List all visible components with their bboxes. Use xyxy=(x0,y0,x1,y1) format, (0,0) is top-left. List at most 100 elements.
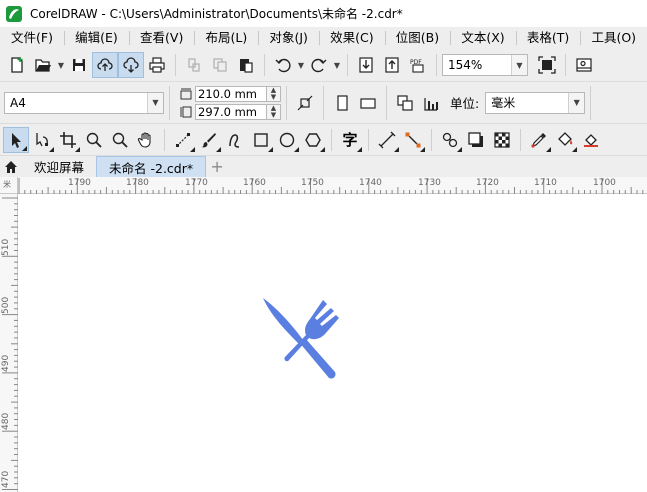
open-button[interactable] xyxy=(30,52,56,78)
undo-dropdown-chevron-down-icon[interactable]: ▼ xyxy=(296,52,306,78)
page-width-input[interactable]: 210.0 mm xyxy=(195,85,267,102)
flyout-indicator xyxy=(357,146,362,152)
zoom-tool-button[interactable] xyxy=(81,127,107,153)
rectangle-tool-button[interactable] xyxy=(248,127,274,153)
page-size-combo[interactable]: A4 ▼ xyxy=(4,91,164,114)
copy-icon xyxy=(213,58,227,72)
export-button[interactable] xyxy=(379,52,405,78)
shape-tool-button[interactable] xyxy=(29,127,55,153)
toolbar-separator xyxy=(520,128,521,151)
options-button[interactable] xyxy=(571,52,597,78)
interactive-fill-tool-button[interactable] xyxy=(552,127,578,153)
connector-tool-button[interactable] xyxy=(400,127,426,153)
page-size-chevron-down-icon[interactable]: ▼ xyxy=(147,92,163,113)
flyout-indicator xyxy=(75,146,80,152)
h-tick-label: 1770 xyxy=(185,178,208,188)
toolbar-separator xyxy=(436,54,437,76)
units-chevron-down-icon[interactable]: ▼ xyxy=(568,92,585,113)
new-document-button[interactable] xyxy=(4,52,30,78)
save-button[interactable] xyxy=(66,52,92,78)
fork-knife-icon[interactable] xyxy=(259,294,341,384)
drop-shadow-tool-button[interactable] xyxy=(463,127,489,153)
flyout-indicator xyxy=(394,146,399,152)
menu-edit[interactable]: 编辑(E) xyxy=(64,27,129,49)
cloud-download-button[interactable] xyxy=(118,52,144,78)
cloud-upload-icon xyxy=(97,58,113,71)
toolbar-separator xyxy=(347,54,348,76)
cut-icon xyxy=(188,58,200,72)
page-height-icon xyxy=(180,106,192,117)
landscape-button[interactable] xyxy=(355,90,381,116)
menu-bar: 文件(F) 编辑(E) 查看(V) 布局(L) 对象(J) 效果(C) 位图(B… xyxy=(0,27,647,49)
page-width-spinner[interactable]: ▲ ▼ xyxy=(267,85,281,102)
lively-pen-tool-button[interactable] xyxy=(222,127,248,153)
menu-text[interactable]: 文本(X) xyxy=(450,27,515,49)
page-height-spinner[interactable]: ▲ ▼ xyxy=(267,103,281,120)
paste-button[interactable] xyxy=(233,52,259,78)
hand-icon xyxy=(137,131,151,148)
ruler-origin-corner[interactable]: 米 xyxy=(0,177,18,194)
freehand-tool-button[interactable] xyxy=(170,127,196,153)
units-label: 单位: xyxy=(450,96,480,111)
page-height-input[interactable]: 297.0 mm xyxy=(195,103,267,120)
pan-tool-button[interactable] xyxy=(133,127,159,153)
add-tab-plus-icon[interactable]: + xyxy=(206,156,228,177)
portrait-icon xyxy=(337,94,348,111)
v-tick-label: 490 xyxy=(1,354,11,372)
zoom-chevron-down-icon[interactable]: ▼ xyxy=(511,55,527,75)
eyedropper-tool-button[interactable] xyxy=(526,127,552,153)
full-screen-preview-button[interactable] xyxy=(534,52,560,78)
menu-effects[interactable]: 效果(C) xyxy=(319,27,384,49)
menu-file[interactable]: 文件(F) xyxy=(0,27,64,49)
text-tool-button[interactable]: 字 xyxy=(337,127,363,153)
print-button[interactable] xyxy=(144,52,170,78)
tab-welcome-screen[interactable]: 欢迎屏幕 xyxy=(22,156,96,177)
open-dropdown-chevron-down-icon[interactable]: ▼ xyxy=(56,52,66,78)
vertical-ruler[interactable]: 510 500 490 480 470 xyxy=(0,194,18,492)
menu-object[interactable]: 对象(J) xyxy=(258,27,318,49)
pdf-icon: PDF xyxy=(410,59,424,73)
crop-tool-button[interactable] xyxy=(55,127,81,153)
tab-active-document[interactable]: 未命名 -2.cdr* xyxy=(96,156,207,177)
pan-zoom-tool-button[interactable] xyxy=(107,127,133,153)
folder-open-icon xyxy=(35,59,51,72)
menu-tools[interactable]: 工具(O) xyxy=(580,27,647,49)
page-options-button[interactable] xyxy=(292,90,318,116)
undo-button[interactable] xyxy=(270,52,296,78)
units-combo[interactable]: 毫米 ▼ xyxy=(485,91,586,114)
redo-dropdown-chevron-down-icon[interactable]: ▼ xyxy=(332,52,342,78)
menu-layout[interactable]: 布局(L) xyxy=(195,27,259,49)
menu-bitmaps[interactable]: 位图(B) xyxy=(385,27,450,49)
flyout-indicator xyxy=(49,146,54,152)
redo-icon xyxy=(311,58,327,73)
flyout-indicator xyxy=(268,146,273,152)
publish-pdf-button[interactable]: PDF xyxy=(405,52,431,78)
all-pages-button[interactable] xyxy=(392,90,418,116)
all-pages-icon xyxy=(397,94,413,111)
parallel-dimension-tool-button[interactable] xyxy=(374,127,400,153)
home-tab[interactable] xyxy=(0,156,22,177)
drawing-canvas[interactable] xyxy=(19,194,647,492)
toolbar-separator xyxy=(331,128,332,151)
polygon-tool-button[interactable] xyxy=(300,127,326,153)
copy-button[interactable] xyxy=(207,52,233,78)
menu-table[interactable]: 表格(T) xyxy=(516,27,580,49)
pick-tool-button[interactable] xyxy=(3,126,29,153)
toolbar-separator xyxy=(431,128,432,151)
cut-button[interactable] xyxy=(181,52,207,78)
cloud-upload-button[interactable] xyxy=(92,52,118,78)
redo-button[interactable] xyxy=(306,52,332,78)
smart-fill-tool-button[interactable] xyxy=(578,127,604,153)
zoom-level-combo[interactable]: 154% ▼ xyxy=(442,54,528,76)
artistic-media-tool-button[interactable] xyxy=(196,127,222,153)
import-button[interactable] xyxy=(353,52,379,78)
menu-view[interactable]: 查看(V) xyxy=(129,27,194,49)
current-page-button[interactable] xyxy=(418,90,444,116)
portrait-button[interactable] xyxy=(329,90,355,116)
transparency-tool-button[interactable] xyxy=(489,127,515,153)
ellipse-tool-button[interactable] xyxy=(274,127,300,153)
toolbar-separator xyxy=(590,85,592,120)
blend-tool-button[interactable] xyxy=(437,127,463,153)
horizontal-ruler[interactable]: 1790 1780 1770 1760 1750 1740 1730 1720 … xyxy=(18,177,647,194)
toolbar-separator xyxy=(164,128,165,151)
